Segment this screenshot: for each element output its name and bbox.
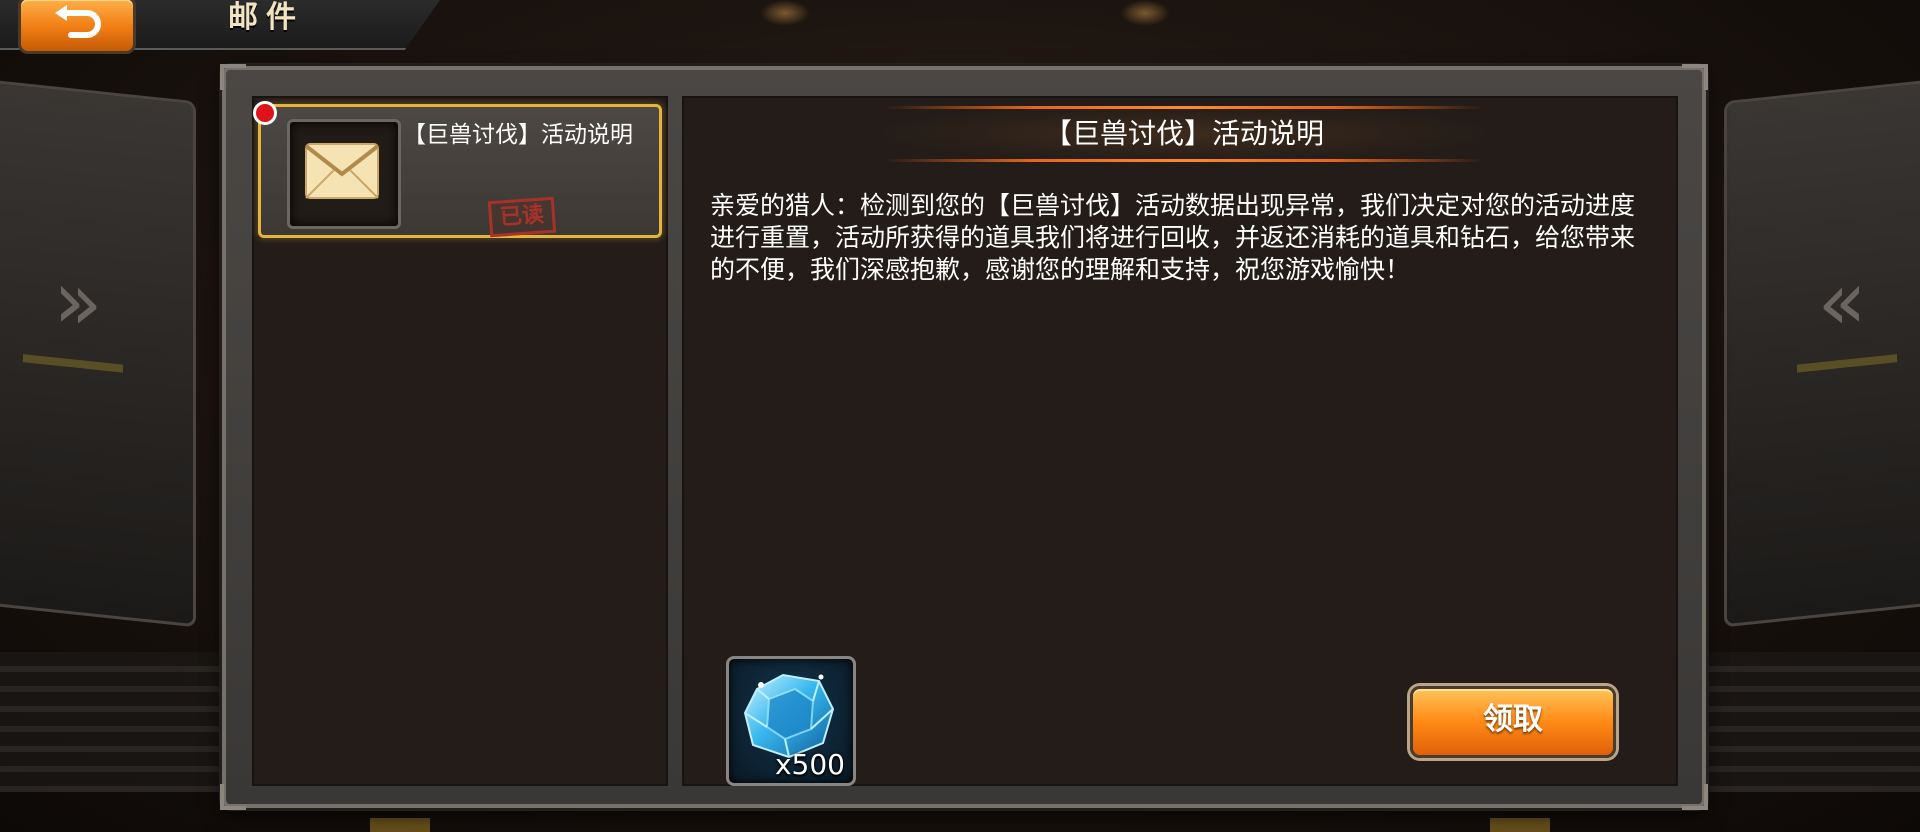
content-header: 【巨兽讨伐】活动说明 (884, 106, 1484, 162)
envelope-icon (304, 143, 380, 199)
ceiling-light (760, 0, 810, 26)
unread-indicator-dot (253, 101, 277, 125)
floor-grille-left (0, 652, 240, 792)
mail-item-title: 【巨兽讨伐】活动说明 (403, 122, 633, 148)
background-wall-panel-left: » (0, 78, 196, 628)
frame-corner (220, 784, 246, 810)
mail-icon-frame (287, 119, 401, 229)
background-wall-panel-right: « (1724, 78, 1920, 628)
game-scene: » « 邮件 【巨兽讨伐】活动说明 已读 【巨兽讨伐】活动说明 亲爱的猎人：检测… (0, 0, 1920, 832)
floor-light (370, 818, 430, 832)
mail-window: 【巨兽讨伐】活动说明 已读 【巨兽讨伐】活动说明 亲爱的猎人：检测到您的【巨兽讨… (220, 64, 1708, 810)
mail-content-panel: 【巨兽讨伐】活动说明 亲爱的猎人：检测到您的【巨兽讨伐】活动数据出现异常，我们决… (682, 96, 1678, 786)
reward-item-diamond[interactable]: x500 (726, 656, 856, 786)
frame-corner (220, 64, 246, 90)
page-title: 邮件 (228, 0, 304, 35)
floor-grille-right (1680, 652, 1920, 792)
chevron-left-icon: « (1817, 252, 1867, 351)
frame-corner (1682, 64, 1708, 90)
floor-light (1490, 818, 1550, 832)
frame-corner (1682, 784, 1708, 810)
mail-body-text: 亲爱的猎人：检测到您的【巨兽讨伐】活动数据出现异常，我们决定对您的活动进度进行重… (710, 191, 1636, 284)
chevron-right-icon: » (53, 252, 103, 351)
reward-quantity: x500 (774, 748, 845, 781)
panel-stripe (1797, 354, 1897, 373)
claim-button[interactable]: 领取 (1410, 686, 1616, 758)
panel-stripe (23, 354, 123, 373)
mail-list[interactable]: 【巨兽讨伐】活动说明 已读 (252, 96, 668, 786)
back-arrow-icon (55, 5, 101, 38)
header-divider (884, 159, 1484, 162)
read-status-stamp: 已读 (487, 196, 557, 238)
ceiling-light (1120, 0, 1170, 26)
mail-list-item[interactable]: 【巨兽讨伐】活动说明 已读 (253, 101, 662, 238)
mail-content-title: 【巨兽讨伐】活动说明 (1043, 117, 1324, 150)
back-button[interactable] (18, 0, 136, 54)
